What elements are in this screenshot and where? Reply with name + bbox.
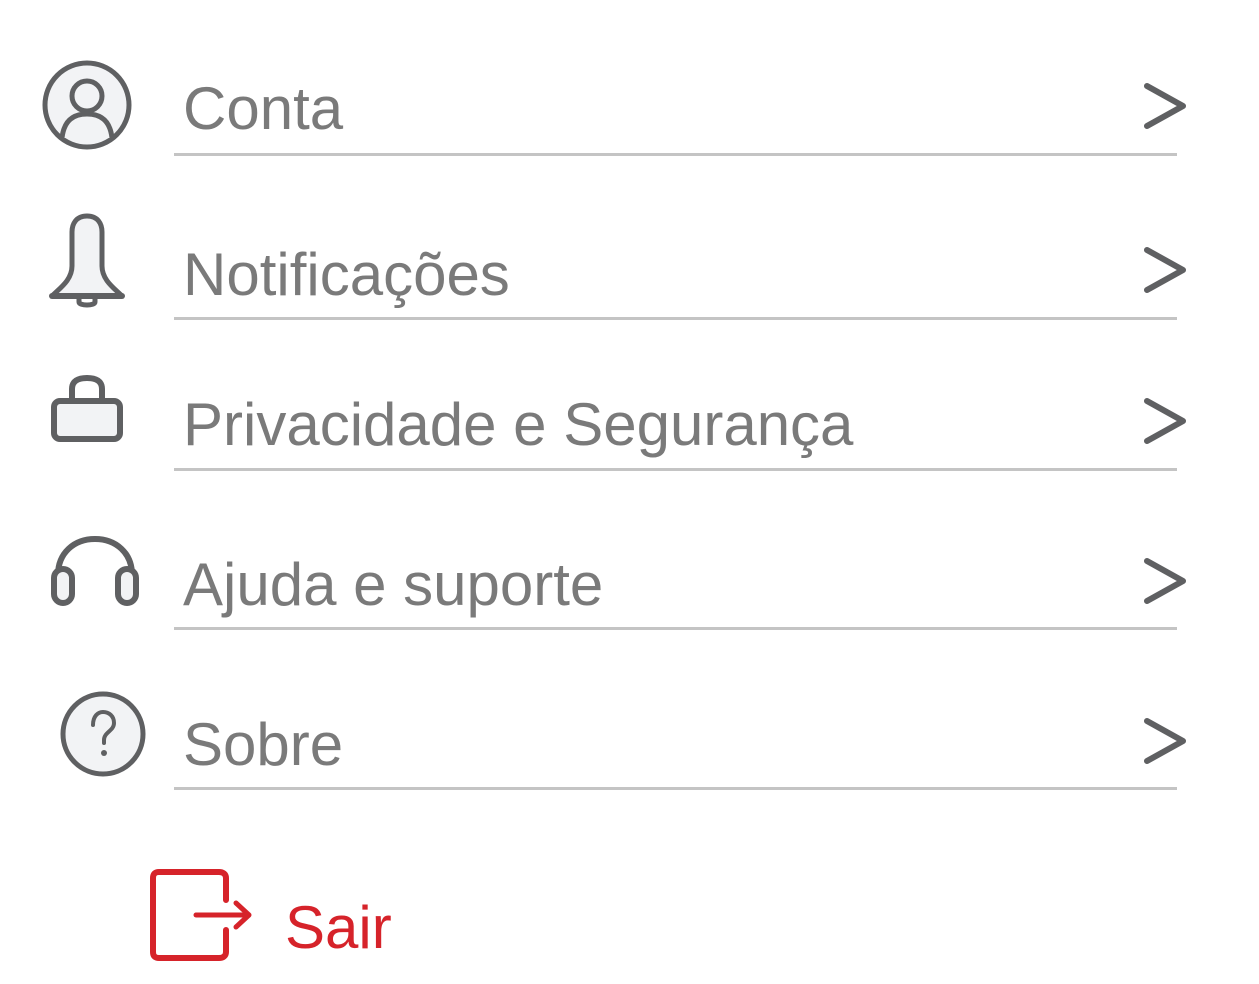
user-circle-icon [42,60,132,150]
menu-item-label: Notificações [183,241,510,308]
help-circle-icon [60,691,146,777]
logout-button[interactable]: Sair [148,866,408,966]
logout-label: Sair [285,894,392,961]
menu-item-help-support[interactable]: Ajuda e suporte [0,475,1259,635]
chevron-right-icon [1144,718,1186,764]
divider [174,468,1177,471]
menu-item-label: Privacidade e Segurança [183,391,854,458]
divider [174,787,1177,790]
lock-icon [51,375,123,442]
logout-icon [150,869,252,961]
menu-item-label: Conta [183,75,344,142]
chevron-right-icon [1144,398,1186,444]
chevron-right-icon [1144,83,1186,129]
chevron-right-icon [1144,558,1186,604]
menu-item-privacy-security[interactable]: Privacidade e Segurança [0,325,1259,475]
divider [174,317,1177,320]
menu-item-label: Ajuda e suporte [183,551,604,618]
divider [174,627,1177,630]
menu-item-account[interactable]: Conta [0,0,1259,160]
headphones-icon [51,535,139,606]
bell-icon [49,213,125,308]
menu-item-about[interactable]: Sobre [0,635,1259,795]
divider [174,153,1177,156]
menu-item-label: Sobre [183,711,344,778]
menu-item-notifications[interactable]: Notificações [0,160,1259,325]
chevron-right-icon [1144,247,1186,293]
